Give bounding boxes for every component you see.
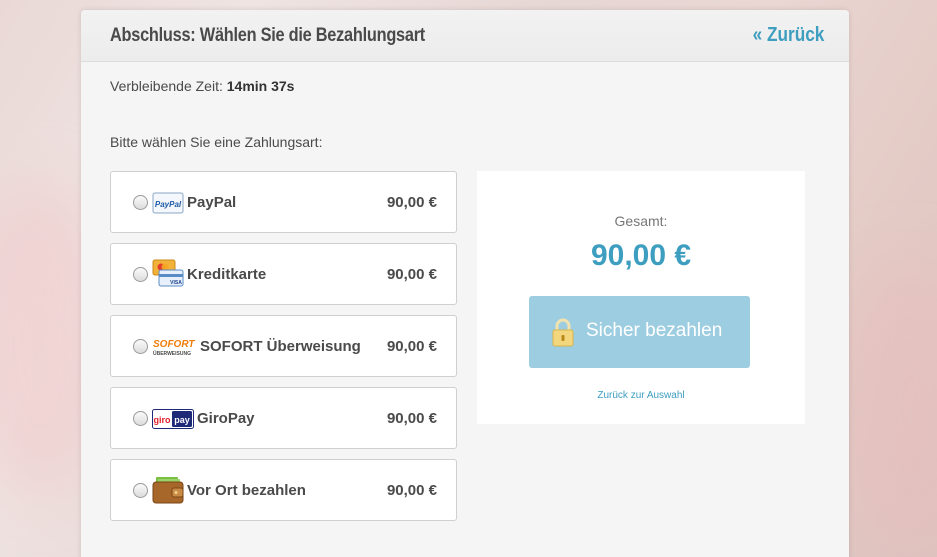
paypal-icon: PayPal bbox=[152, 192, 184, 214]
total-label: Gesamt: bbox=[614, 213, 668, 229]
pay-securely-button[interactable]: Sicher bezahlen bbox=[529, 296, 750, 368]
remaining-time-label: Verbleibende Zeit: bbox=[110, 78, 223, 94]
sofort-icon: SOFORT ÜBERWEISUNG bbox=[153, 339, 195, 357]
panel-header: Abschluss: Wählen Sie die Bezahlungsart … bbox=[81, 10, 849, 62]
payment-option-label: SOFORT Überweisung bbox=[200, 338, 361, 355]
payment-option-price: 90,00 € bbox=[386, 338, 437, 355]
radio-button[interactable] bbox=[133, 483, 148, 498]
payment-option-label: PayPal bbox=[187, 194, 237, 211]
credit-card-icon: VISA bbox=[152, 259, 184, 287]
remaining-time-value: 14min 37s bbox=[226, 78, 295, 94]
payment-option-giropay[interactable]: giro pay GiroPay 90,00 € bbox=[110, 387, 457, 449]
payment-option-label: Kreditkarte bbox=[187, 266, 267, 283]
svg-text:SOFORT: SOFORT bbox=[153, 339, 195, 350]
order-summary: Gesamt: 90,00 € Sicher bezahlen Zurück z… bbox=[477, 171, 805, 424]
radio-button[interactable] bbox=[133, 195, 148, 210]
back-to-selection-link[interactable]: Zurück zur Auswahl bbox=[477, 390, 805, 401]
payment-option-price: 90,00 € bbox=[386, 482, 437, 499]
giropay-icon: giro pay bbox=[152, 409, 194, 429]
payment-option-label: GiroPay bbox=[197, 410, 255, 427]
svg-text:ÜBERWEISUNG: ÜBERWEISUNG bbox=[153, 350, 191, 357]
payment-option-credit-card[interactable]: VISA Kreditkarte 90,00 € bbox=[110, 243, 457, 305]
remaining-time: Verbleibende Zeit: 14min 37s bbox=[110, 78, 294, 94]
payment-option-price: 90,00 € bbox=[386, 194, 437, 211]
back-link[interactable]: « Zurück bbox=[752, 24, 824, 47]
svg-text:PayPal: PayPal bbox=[155, 200, 182, 209]
svg-text:giro: giro bbox=[154, 415, 172, 425]
payment-option-price: 90,00 € bbox=[386, 266, 437, 283]
payment-option-pay-on-site[interactable]: Vor Ort bezahlen 90,00 € bbox=[110, 459, 457, 521]
checkout-panel: Abschluss: Wählen Sie die Bezahlungsart … bbox=[81, 10, 849, 557]
total-value: 90,00 € bbox=[590, 239, 692, 272]
svg-text:pay: pay bbox=[174, 415, 190, 425]
page-title: Abschluss: Wählen Sie die Bezahlungsart bbox=[110, 25, 426, 46]
radio-button[interactable] bbox=[133, 267, 148, 282]
radio-button[interactable] bbox=[133, 411, 148, 426]
payment-option-sofort[interactable]: SOFORT ÜBERWEISUNG SOFORT Überweisung 90… bbox=[110, 315, 457, 377]
payment-option-label: Vor Ort bezahlen bbox=[187, 482, 306, 499]
payment-prompt: Bitte wählen Sie eine Zahlungsart: bbox=[110, 134, 323, 150]
pay-button-label: Sicher bezahlen bbox=[586, 320, 723, 341]
lock-icon bbox=[552, 318, 574, 347]
wallet-icon bbox=[152, 477, 184, 504]
radio-button[interactable] bbox=[133, 339, 148, 354]
payment-option-price: 90,00 € bbox=[386, 410, 437, 427]
background-blossom bbox=[840, 260, 937, 557]
svg-text:VISA: VISA bbox=[170, 280, 182, 286]
payment-option-paypal[interactable]: PayPal PayPal 90,00 € bbox=[110, 171, 457, 233]
